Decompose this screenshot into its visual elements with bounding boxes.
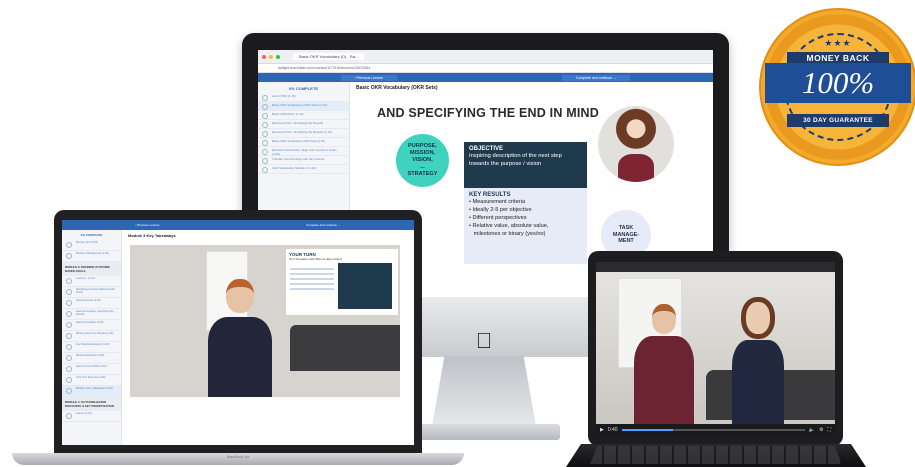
- key-result-item: • Different perspectives: [469, 214, 527, 221]
- keyboard-keys: [590, 446, 842, 464]
- task-line: MENT: [618, 238, 634, 245]
- sidebar-lecture[interactable]: Lesson (1:13): [62, 411, 121, 422]
- purpose-line: PURPOSE,: [408, 143, 437, 150]
- complete-continue-button[interactable]: Complete and continue →: [562, 74, 631, 81]
- your-turn-text-lines: [290, 265, 334, 293]
- sidebar-lecture[interactable]: Identifying Outcome-Based Goals (2:20): [62, 287, 121, 298]
- sidebar-lecture[interactable]: Exercise Solution (1:30): [62, 320, 121, 331]
- your-turn-subtitle: OLC Simulation with different data point…: [289, 257, 343, 261]
- sidebar-lecture[interactable]: Basic OKR Prism (1:11): [258, 111, 349, 120]
- macbook-model-label: MacBook Air: [226, 454, 250, 459]
- sidebar-section-title: MODULE 4: OUTCOME-BASED DISCOVERY & KEY …: [62, 397, 121, 411]
- sidebar-lecture[interactable]: Quick Exercise (1:25): [62, 298, 121, 309]
- lecture-content: Module 3 Key Takeaways YOUR TURN OLC Sim…: [122, 230, 414, 445]
- sofa-scene: [290, 325, 400, 371]
- tablet-topbar: [596, 262, 835, 272]
- slide-heading: AND SPECIFYING THE END IN MIND: [377, 106, 599, 120]
- sidebar-lecture[interactable]: Tutorial: How the Align with the Counter: [258, 156, 349, 165]
- maximize-window-icon[interactable]: [276, 54, 280, 59]
- browser-tab[interactable]: Basic OKR Vocabulary (O) - Ra...: [293, 53, 365, 60]
- sidebar-lecture[interactable]: Writing Good Key Results (1:13): [62, 331, 121, 342]
- video-time: 0:40: [607, 427, 618, 433]
- purpose-line: VISION,: [412, 157, 433, 163]
- sidebar-lecture[interactable]: Exercise Prism: Identifying the Results: [258, 120, 349, 129]
- volume-icon[interactable]: 🔈: [809, 424, 815, 436]
- key-result-item: milestones or binary (yes/no): [469, 230, 546, 237]
- objective-title: OBJECTIVE: [469, 146, 504, 152]
- key-result-item: • Ideally 2-5 per objective: [469, 206, 532, 213]
- sidebar-lecture[interactable]: Module 3 Background (1:30): [62, 251, 121, 262]
- purpose-circle: PURPOSE, MISSION, VISION, ... STRATEGY: [396, 134, 449, 187]
- course-progress: 0% COMPLETE: [288, 86, 319, 91]
- sidebar-section-title: MODULE 3: DEFINING OUTCOME-BASED GOALS: [62, 262, 121, 276]
- video-progress-bar[interactable]: [621, 429, 805, 431]
- sidebar-lecture[interactable]: Exercise Introduction: Align with Counte…: [258, 147, 349, 156]
- sidebar-lecture[interactable]: Your Turn Exercise (1:30): [62, 375, 121, 386]
- course-sidebar: 0% COMPLETE Module Intro (2:05) Module 3…: [62, 230, 122, 445]
- key-results-list: • Measurement criteria • Ideally 2-5 per…: [469, 199, 582, 239]
- objective-box: OBJECTIVE Inspiring description of the n…: [464, 142, 587, 188]
- product-showcase:  Basic OKR Vocabulary (O) - Ra... fairl…: [0, 0, 915, 467]
- presenter-figure: [206, 267, 272, 397]
- sidebar-lecture[interactable]: Basic OKR Vocabulary OKR Sets (1:10): [258, 138, 349, 147]
- lecture-video[interactable]: YOUR TURN OLC Simulation with different …: [130, 245, 400, 397]
- imac-stand-base: [410, 424, 560, 440]
- course-navbar: ‹ Previous Lecture Complete and continue…: [258, 73, 713, 82]
- sidebar-lecture[interactable]: Module Reflection (2:50): [62, 353, 121, 364]
- previous-lecture-button[interactable]: ‹ Previous Lecture: [135, 223, 159, 227]
- sidebar-lecture-active[interactable]: Module 3 Key Takeaways (1:15): [62, 386, 121, 397]
- sidebar-lecture[interactable]: Module Intro (2:05): [62, 240, 121, 251]
- money-back-badge: ★★★ MONEY BACK 100% 30 DAY GUARANTEE: [765, 14, 911, 160]
- play-icon[interactable]: ▶: [600, 424, 604, 436]
- badge-stars-icon: ★★★: [824, 38, 852, 48]
- course-navbar: ‹ Previous Lecture Complete and continue…: [62, 220, 414, 230]
- browser-tabbar: Basic OKR Vocabulary (O) - Ra...: [258, 50, 713, 64]
- key-results-box: KEY RESULTS • Measurement criteria • Ide…: [464, 188, 587, 264]
- address-bar[interactable]: fairlight.teachable.com/courses/1172154/…: [258, 64, 713, 73]
- key-results-title: KEY RESULTS: [469, 192, 511, 198]
- previous-lecture-button[interactable]: ‹ Previous Lecture: [340, 74, 397, 81]
- course-progress: 0% COMPLETE: [80, 233, 103, 237]
- sidebar-lecture[interactable]: Key Results Examples (1:10): [62, 342, 121, 353]
- sidebar-lecture[interactable]: Lesson 1: (1:13): [62, 276, 121, 287]
- fullscreen-icon[interactable]: ⛶: [827, 424, 831, 436]
- badge-main-ribbon: 100%: [765, 63, 911, 103]
- video-progress-fill: [621, 429, 673, 431]
- macbook-screen: ‹ Previous Lecture Complete and continue…: [62, 220, 414, 445]
- minimize-window-icon[interactable]: [269, 54, 273, 59]
- task-line: TASK: [618, 225, 634, 232]
- sidebar-lecture[interactable]: Last (OKR) (1:18): [258, 93, 349, 102]
- imac-stand: [432, 356, 536, 426]
- apple-logo-icon: : [472, 328, 496, 354]
- presenter-woman-figure: [728, 302, 788, 424]
- purpose-line: STRATEGY: [407, 170, 438, 177]
- sidebar-lecture[interactable]: Tips for Good OKRs (1:10): [62, 364, 121, 375]
- your-turn-panel: [338, 263, 392, 309]
- complete-continue-button[interactable]: Complete and continue →: [306, 223, 341, 227]
- close-window-icon[interactable]: [262, 54, 266, 59]
- tablet-screen: ▶ 0:40 🔈 ⚙ ⛶: [596, 262, 835, 436]
- lecture-title: Basic OKR Vocabulary (OKR Sets): [356, 85, 438, 91]
- objective-text: Inspiring description of the next step t…: [469, 153, 562, 167]
- purpose-line: MISSION,: [409, 150, 436, 157]
- task-line: MANAGE-: [612, 231, 640, 238]
- settings-icon[interactable]: ⚙: [819, 424, 823, 436]
- sidebar-lecture[interactable]: Exercise Solution: Identifying the Resul…: [62, 309, 121, 320]
- video-controls: ▶ 0:40 🔈 ⚙ ⛶: [596, 424, 835, 436]
- purpose-line: ...: [420, 163, 425, 170]
- sidebar-lecture[interactable]: Exercise Prism: Identifying the Results …: [258, 129, 349, 138]
- your-turn-overlay: YOUR TURN OLC Simulation with different …: [286, 249, 398, 315]
- presenter-man-figure: [632, 302, 696, 424]
- key-result-item: • Measurement criteria: [469, 199, 526, 205]
- presenter-video-circle[interactable]: [598, 106, 674, 182]
- badge-bottom-ribbon: 30 DAY GUARANTEE: [787, 114, 889, 127]
- interview-video[interactable]: [596, 272, 835, 424]
- key-result-item: • Relative value, absolute value,: [469, 222, 549, 229]
- lecture-title: Module 3 Key Takeaways: [128, 233, 176, 238]
- sidebar-lecture-active[interactable]: Basic OKR Vocabulary (OKR Sets) (1:11): [258, 102, 349, 111]
- sidebar-lecture[interactable]: OKR Vocabulary Module 2 (1:10): [258, 165, 349, 174]
